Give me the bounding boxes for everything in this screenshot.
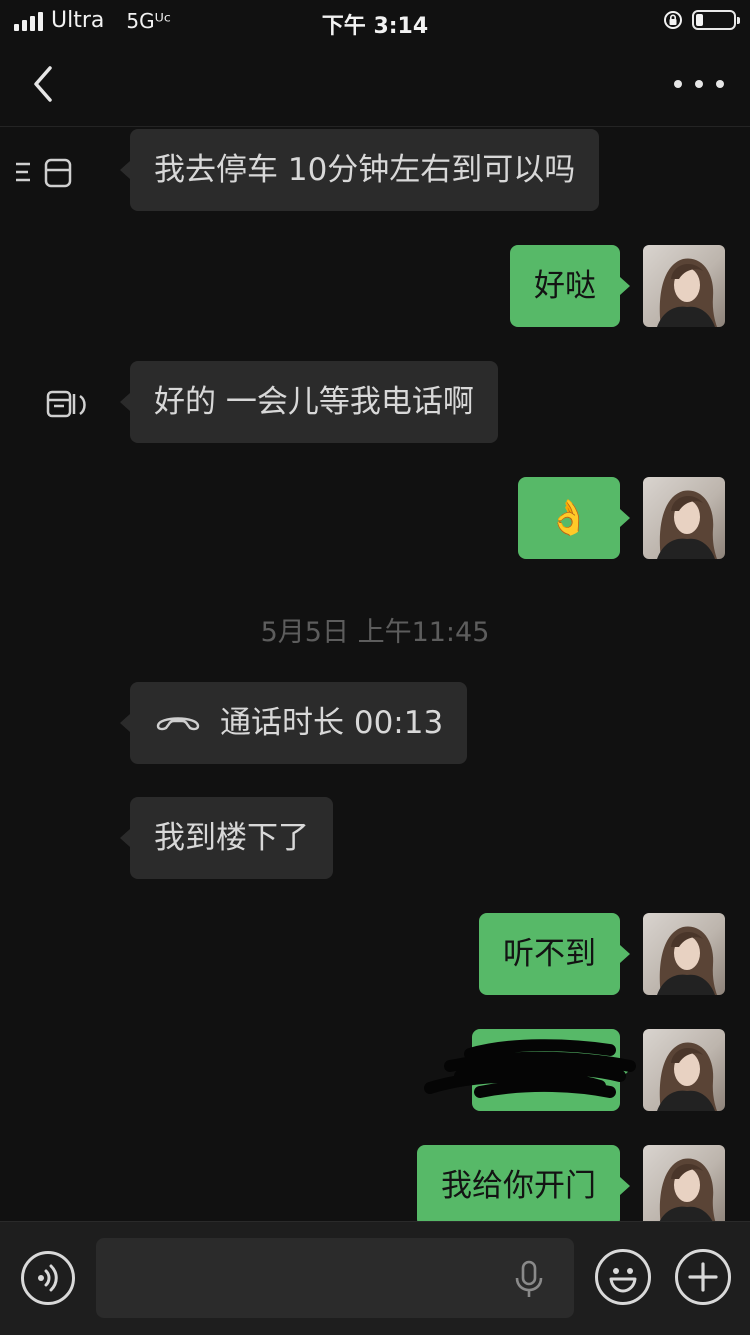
more-options-button[interactable] [674, 72, 724, 96]
microphone-icon [515, 1260, 543, 1297]
orientation-lock-icon [664, 11, 682, 29]
message-timestamp: 5月5日 上午11:45 [260, 617, 490, 648]
message-bubble-outgoing-emoji[interactable]: 👌 [517, 477, 631, 559]
user-avatar[interactable] [643, 1145, 725, 1221]
status-bar-right [662, 9, 740, 31]
plus-icon [688, 1262, 718, 1292]
chevron-left-icon [34, 66, 52, 102]
voice-mode-button[interactable] [21, 1251, 75, 1305]
contact-avatar-partial-icon[interactable] [40, 384, 120, 424]
user-avatar[interactable] [643, 477, 725, 559]
emoji-icon [609, 1268, 637, 1293]
chat-nav-bar [0, 42, 750, 127]
message-bubble-outgoing[interactable]: 我给你开门 [417, 1145, 630, 1221]
voice-icon [38, 1264, 58, 1292]
redaction-scribble [424, 1039, 636, 1098]
microphone-button[interactable] [512, 1258, 546, 1300]
phone-hangup-icon [156, 716, 200, 730]
message-text-input[interactable] [96, 1238, 574, 1318]
more-functions-button[interactable] [675, 1249, 731, 1305]
emoji-button[interactable] [595, 1249, 651, 1305]
user-avatar[interactable] [643, 245, 725, 327]
message-bubble-outgoing[interactable]: 好哒 [510, 245, 630, 327]
message-bubble-incoming[interactable]: 我到楼下了 [120, 797, 333, 879]
more-dots-icon [674, 80, 682, 88]
status-time: 下午 3:14 [321, 14, 429, 39]
status-bar: Ultra 5Gᵁᶜ 下午 3:14 [0, 0, 750, 42]
user-avatar[interactable] [643, 1029, 725, 1111]
contact-avatar-partial-icon[interactable] [10, 152, 90, 192]
battery-icon [692, 10, 740, 30]
message-bubble-outgoing[interactable]: 听不到 [479, 913, 630, 995]
call-duration-bubble[interactable]: 通话时长 00:13 [119, 682, 468, 764]
battery-level [696, 14, 703, 26]
call-duration-text: 通话时长 00:13 [220, 705, 444, 741]
back-button[interactable] [22, 60, 70, 108]
message-bubble-incoming[interactable]: 好的 一会儿等我电话啊 [120, 361, 498, 443]
chat-input-bar [0, 1221, 750, 1335]
user-avatar[interactable] [643, 913, 725, 995]
message-bubble-incoming[interactable]: 我去停车 10分钟左右到可以吗 [119, 129, 600, 211]
